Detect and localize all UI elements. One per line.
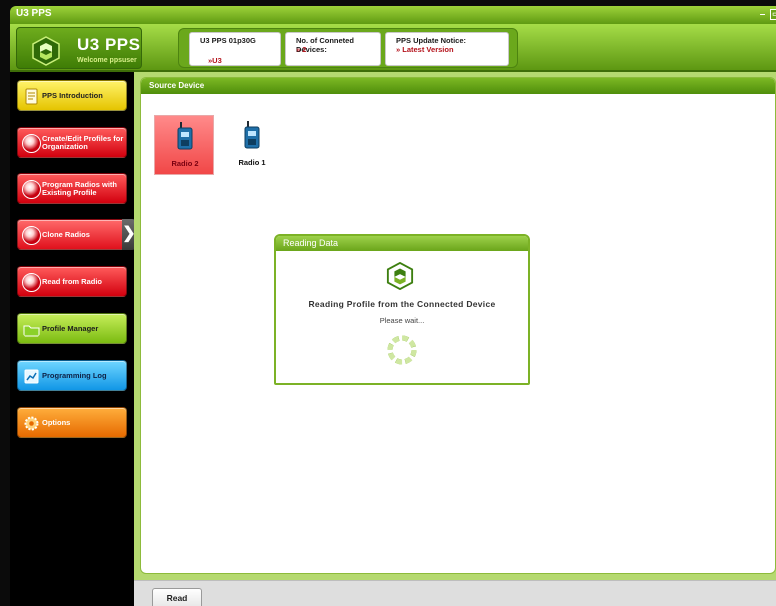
sidebar-item-label: Profile Manager <box>42 323 99 333</box>
dialog-header: Reading Data <box>276 236 528 251</box>
sidebar-item-label: PPS Introduction <box>42 90 103 100</box>
connected-devices-label: No. of Conneted Devices: <box>296 36 354 54</box>
title-bar: U3 PPS – ▭ <box>10 6 776 24</box>
sidebar: PPS Introduction Create/Edit Profiles fo… <box>10 72 136 606</box>
dialog-message: Reading Profile from the Connected Devic… <box>308 299 496 309</box>
read-button[interactable]: Read <box>152 588 202 606</box>
source-device-panel: Source Device Radio 2 Radio 1 Reading Da… <box>140 77 776 574</box>
reading-data-dialog: Reading Data Reading Profile from the Co… <box>274 234 530 385</box>
log-icon <box>24 369 39 384</box>
sidebar-item-options[interactable]: Options <box>17 407 127 438</box>
update-notice-label: PPS Update Notice: <box>396 36 467 45</box>
connected-devices-value: » 2 <box>296 45 307 54</box>
sidebar-item-label: Program Radios with Existing Profile <box>42 179 118 197</box>
version-value: »U3 <box>208 56 222 65</box>
sidebar-item-program-radios[interactable]: Program Radios with Existing Profile <box>17 173 127 204</box>
document-icon <box>25 88 38 105</box>
app-name: U3 PPS <box>77 35 141 54</box>
device-name: Radio 2 <box>171 159 199 168</box>
sidebar-item-programming-log[interactable]: Programming Log <box>17 360 127 391</box>
connected-devices-card: No. of Conneted Devices: » 2 <box>285 32 381 66</box>
gear-icon <box>24 416 39 431</box>
sidebar-item-label: Programming Log <box>42 370 107 380</box>
panel-title: Source Device <box>149 81 205 90</box>
version-card: U3 PPS 01p30G »U3 <box>189 32 281 66</box>
sidebar-item-create-edit-profiles[interactable]: Create/Edit Profiles for Organization <box>17 127 127 158</box>
minimize-button[interactable]: – <box>757 9 768 20</box>
bottom-bar: Read <box>134 580 776 606</box>
app-logo-icon <box>32 36 60 66</box>
version-label: U3 PPS 01p30G <box>200 36 256 45</box>
sidebar-item-label: Clone Radios <box>42 229 90 239</box>
app-logo-icon <box>386 262 414 290</box>
brand-area: U3 PPS Welcome ppsuser <box>16 27 142 69</box>
sidebar-item-label: Options <box>42 417 71 427</box>
update-notice-value: » Latest Version <box>396 45 454 54</box>
program-radio-icon <box>22 180 41 199</box>
app-header: U3 PPS Welcome ppsuser U3 PPS 01p30G »U3… <box>10 24 776 72</box>
dialog-title: Reading Data <box>283 238 339 248</box>
loading-spinner-icon <box>387 335 417 365</box>
device-name: Radio 1 <box>238 158 266 167</box>
sidebar-item-clone-radios[interactable]: Clone Radios <box>17 219 127 250</box>
folder-icon <box>23 325 40 337</box>
sidebar-item-label: Read from Radio <box>42 276 103 286</box>
device-radio-2[interactable]: Radio 2 <box>154 115 214 175</box>
update-notice-card[interactable]: PPS Update Notice: » Latest Version <box>385 32 509 66</box>
sidebar-item-label: Create/Edit Profiles for Organization <box>42 133 124 151</box>
info-strip: U3 PPS 01p30G »U3 No. of Conneted Device… <box>178 28 518 68</box>
panel-header: Source Device <box>141 78 775 94</box>
dialog-wait-text: Please wait... <box>379 316 425 325</box>
clone-icon <box>22 226 41 245</box>
welcome-text: Welcome ppsuser <box>77 57 137 64</box>
app-window: U3 PPS – ▭ U3 PPS Welcome ppsuser U3 PPS… <box>0 0 776 606</box>
main-area: Source Device Radio 2 Radio 1 Reading Da… <box>134 72 776 606</box>
profile-edit-icon <box>22 134 41 153</box>
read-radio-icon <box>22 273 41 292</box>
sidebar-item-profile-manager[interactable]: Profile Manager <box>17 313 127 344</box>
maximize-button[interactable]: ▭ <box>770 9 776 20</box>
radio-icon <box>244 121 260 149</box>
sidebar-item-read-from-radio[interactable]: Read from Radio <box>17 266 127 297</box>
sidebar-item-pps-introduction[interactable]: PPS Introduction <box>17 80 127 111</box>
radio-icon <box>177 122 193 150</box>
window-title: U3 PPS <box>16 8 52 19</box>
device-radio-1[interactable]: Radio 1 <box>222 115 282 175</box>
